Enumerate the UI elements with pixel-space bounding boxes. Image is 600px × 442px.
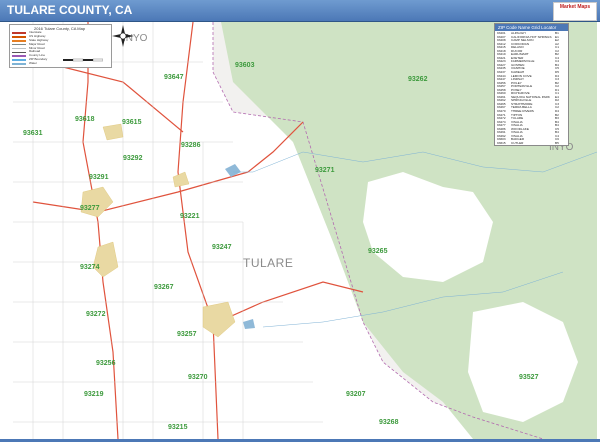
- zip-label: 93256: [96, 360, 116, 367]
- zip-label: 93286: [181, 142, 201, 149]
- zip-index-title: ZIP Code Name Grid Locator: [495, 24, 568, 31]
- zip-label: 93271: [315, 167, 335, 174]
- county-label: TULARE: [243, 256, 294, 270]
- legend-swatch: [12, 39, 26, 42]
- zip-label: 93268: [379, 419, 399, 426]
- zip-label: 93527: [519, 374, 539, 381]
- legend-label: Water: [29, 61, 37, 66]
- brand-text: Market Maps: [559, 4, 591, 10]
- legend-swatch: [12, 43, 26, 46]
- zip-label: 93277: [80, 205, 100, 212]
- zip-label: 93631: [23, 130, 43, 137]
- zip-label: 93603: [235, 62, 255, 69]
- zip-label: 93247: [212, 244, 232, 251]
- zip-label: 93207: [346, 391, 366, 398]
- zip-index-grid: B5: [555, 145, 559, 146]
- legend-swatch: [12, 51, 26, 54]
- zip-label: 93265: [368, 248, 388, 255]
- zip-label: 93215: [168, 424, 188, 431]
- zip-label: 93274: [80, 264, 100, 271]
- zip-code-index: ZIP Code Name Grid Locator 93201 ALPAUGH B…: [494, 23, 569, 146]
- zip-label: 93615: [122, 119, 142, 126]
- scale-bar: [63, 58, 103, 62]
- zip-label: 93292: [123, 155, 143, 162]
- zip-label: 93219: [84, 391, 104, 398]
- map-frame: TULARE COUNTY, CA Market Maps 93647 9360…: [0, 0, 600, 442]
- compass-rose-icon: [112, 25, 134, 47]
- zip-label: 93270: [188, 374, 208, 381]
- zip-label: 93267: [154, 284, 174, 291]
- brand-logo: Market Maps: [553, 2, 597, 21]
- zip-label: 93257: [177, 331, 197, 338]
- legend-swatch: [12, 47, 26, 50]
- zip-label: 93618: [75, 116, 95, 123]
- zip-index-list: 93201 ALPAUGH B1 93207 CALIFORNIA HOT SPRING…: [497, 31, 567, 147]
- zip-index-name: DINUBA: [511, 146, 555, 147]
- legend-swatch: [12, 36, 26, 38]
- title-bar: TULARE COUNTY, CA Market Maps: [0, 0, 600, 22]
- zip-index-row: 93618 DINUBAB5: [497, 145, 559, 147]
- zip-label: 93647: [164, 74, 184, 81]
- zip-label: 93221: [180, 213, 200, 220]
- zip-label: 93291: [89, 174, 109, 181]
- legend-swatch: [12, 63, 26, 65]
- legend-swatch: [12, 59, 26, 61]
- legend-swatch: [12, 32, 26, 34]
- map-title: TULARE COUNTY, CA: [7, 3, 133, 17]
- zip-index-code: 93618: [497, 145, 506, 146]
- zip-label: 93272: [86, 311, 106, 318]
- zip-label: 93262: [408, 76, 428, 83]
- legend-swatch: [12, 55, 26, 58]
